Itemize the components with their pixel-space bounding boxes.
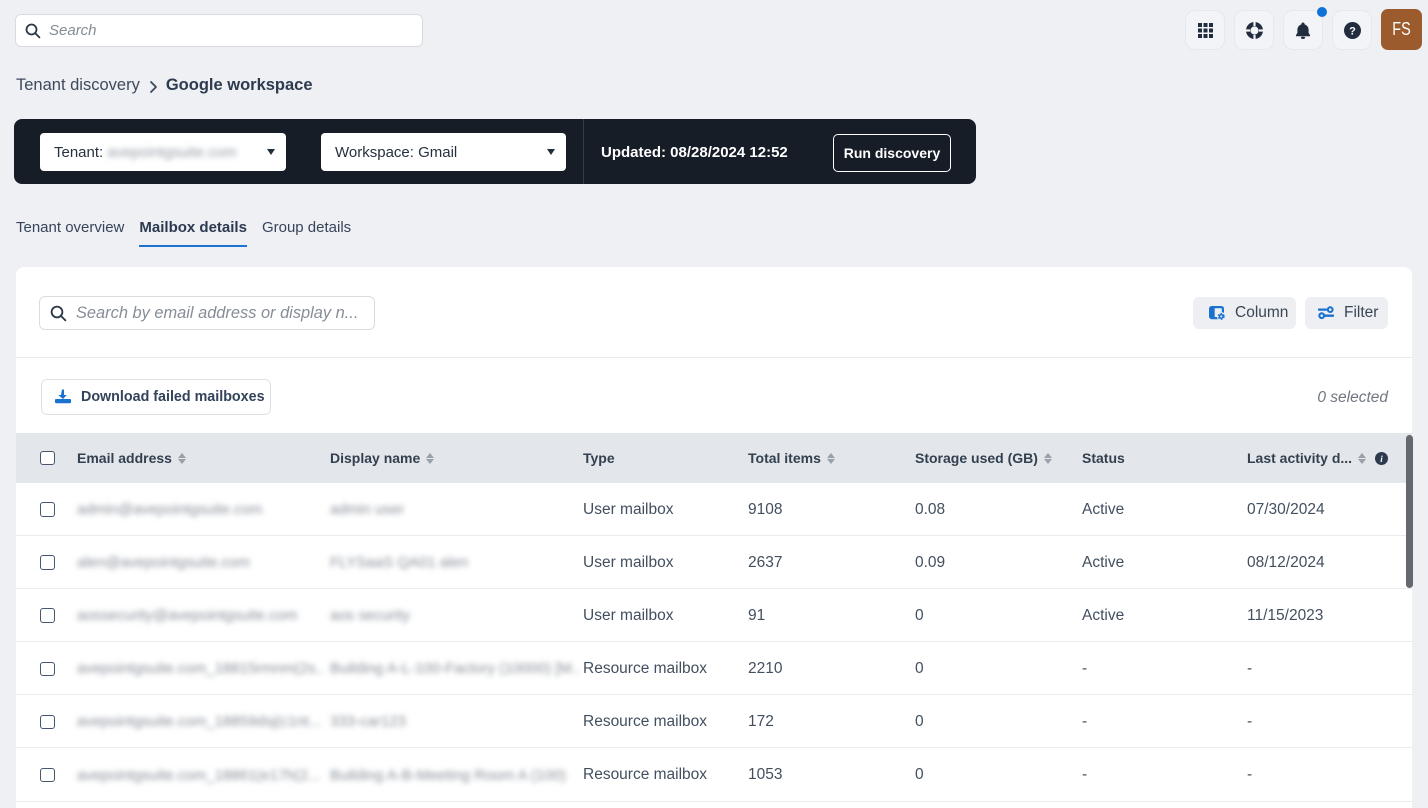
svg-text:?: ? (1349, 25, 1356, 37)
